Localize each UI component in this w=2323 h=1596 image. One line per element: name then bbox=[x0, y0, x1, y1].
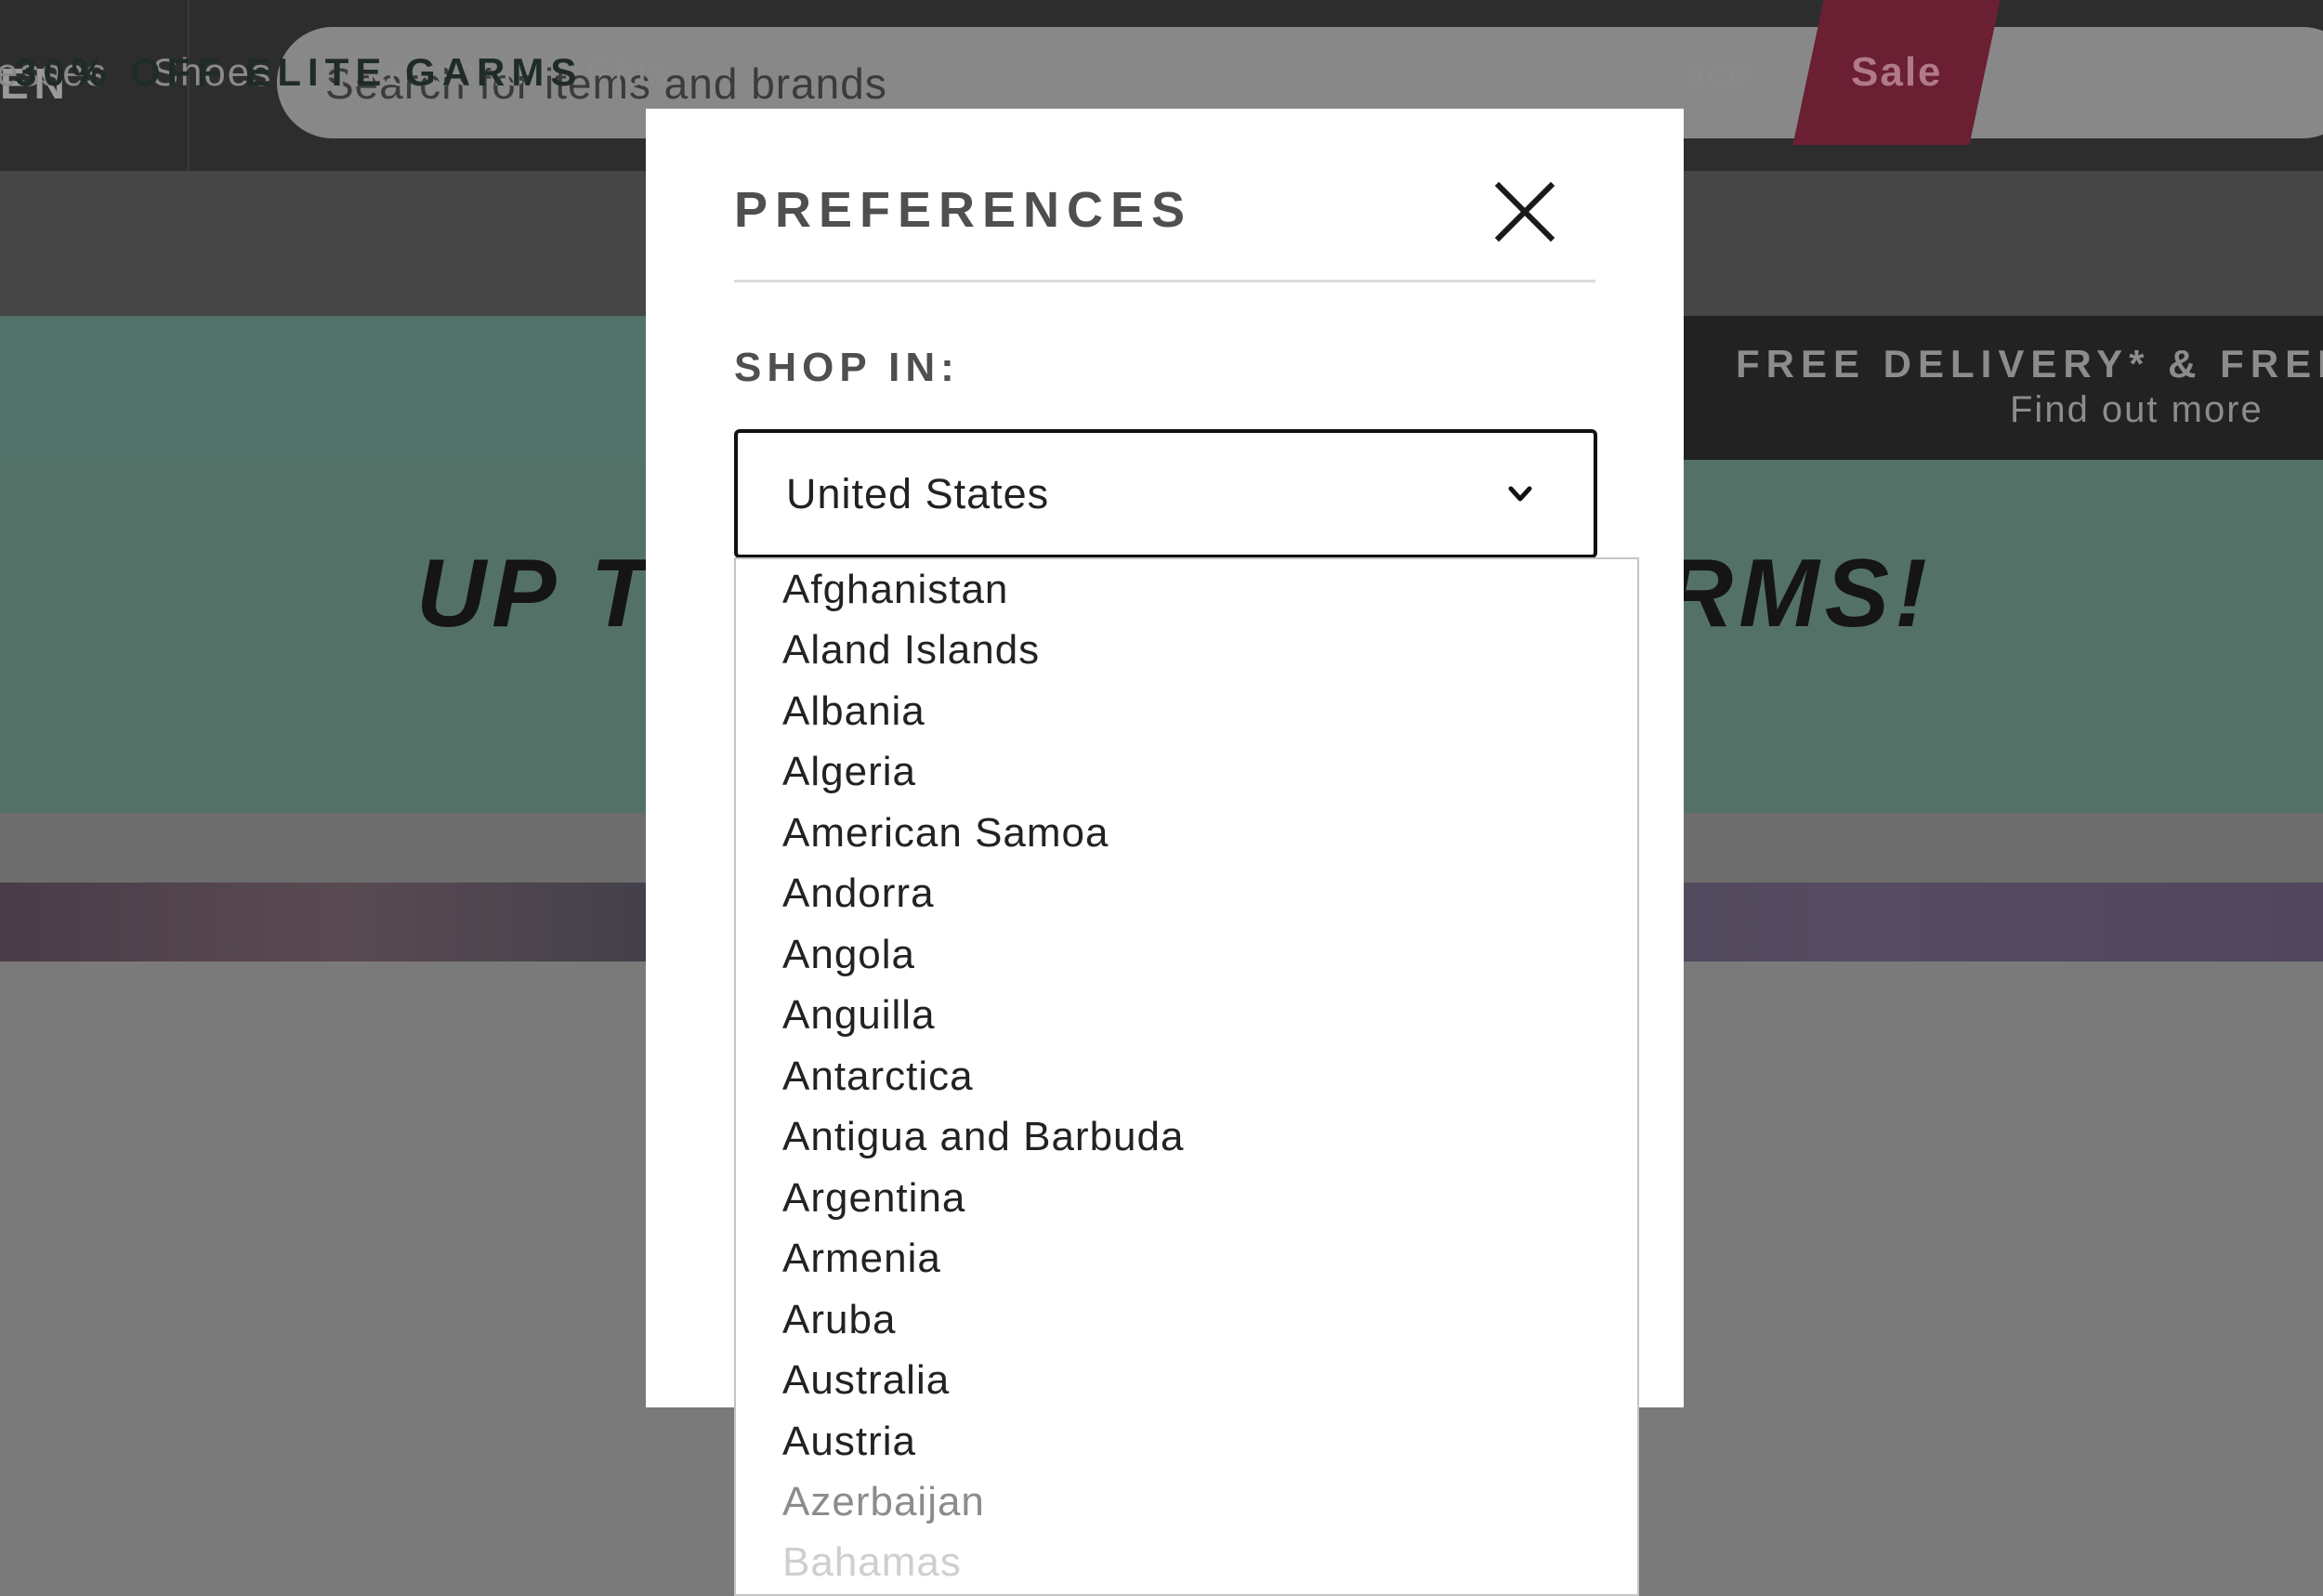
country-dropdown-list[interactable]: Afghanistan Aland Islands Albania Algeri… bbox=[734, 557, 1639, 1596]
country-select[interactable]: United States bbox=[734, 429, 1597, 558]
find-out-more-link[interactable]: Find out more bbox=[2010, 389, 2264, 431]
country-option-aruba[interactable]: Aruba bbox=[782, 1289, 896, 1351]
promo-right-title: FREE DELIVERY* & FREE R bbox=[1736, 342, 2323, 386]
country-option-antarctica[interactable]: Antarctica bbox=[782, 1046, 974, 1107]
promo-left-text: 30% OFF ELITE GARMS bbox=[15, 50, 584, 94]
country-option-bahamas[interactable]: Bahamas bbox=[782, 1532, 962, 1593]
country-option-algeria[interactable]: Algeria bbox=[782, 741, 916, 803]
country-option-angola[interactable]: Angola bbox=[782, 924, 915, 986]
modal-title: PREFERENCES bbox=[734, 182, 1193, 238]
country-option-australia[interactable]: Australia bbox=[782, 1350, 950, 1411]
shop-in-label: SHOP IN: bbox=[734, 345, 960, 390]
country-option-american-samoa[interactable]: American Samoa bbox=[782, 803, 1109, 864]
nav-item-sale[interactable]: Sale bbox=[1851, 0, 1943, 145]
close-button[interactable] bbox=[1493, 180, 1556, 243]
nav-item-marketplace[interactable]: ace bbox=[1684, 0, 1752, 145]
country-option-aland-islands[interactable]: Aland Islands bbox=[782, 620, 1040, 681]
country-option-austria[interactable]: Austria bbox=[782, 1411, 916, 1472]
selected-country: United States bbox=[786, 470, 1050, 517]
country-option-andorra[interactable]: Andorra bbox=[782, 863, 935, 924]
close-icon bbox=[1494, 181, 1555, 242]
country-option-azerbaijan[interactable]: Azerbaijan bbox=[782, 1472, 985, 1533]
country-option-antigua-and-barbuda[interactable]: Antigua and Barbuda bbox=[782, 1106, 1184, 1168]
country-option-armenia[interactable]: Armenia bbox=[782, 1228, 941, 1289]
country-option-afghanistan[interactable]: Afghanistan bbox=[782, 559, 1008, 621]
country-option-albania[interactable]: Albania bbox=[782, 681, 925, 742]
country-option-argentina[interactable]: Argentina bbox=[782, 1168, 965, 1229]
modal-divider bbox=[734, 280, 1595, 282]
hero-banner-text-right: RMS! bbox=[1663, 540, 1933, 648]
chevron-down-icon bbox=[1508, 486, 1532, 502]
country-option-anguilla[interactable]: Anguilla bbox=[782, 985, 936, 1046]
